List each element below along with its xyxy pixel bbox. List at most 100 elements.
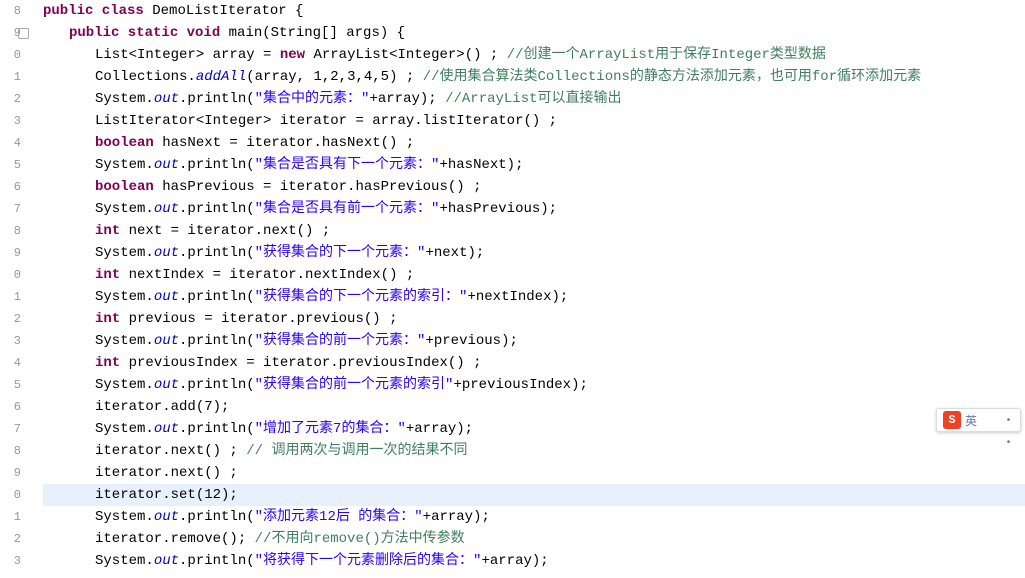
code-text: List<Integer> array = xyxy=(95,47,280,63)
code-text: +nextIndex); xyxy=(467,289,568,305)
line-number: 9 xyxy=(0,242,21,264)
code-line[interactable]: System.out.println("获得集合的前一个元素："+previou… xyxy=(43,330,1025,352)
code-line[interactable]: public static void main(String[] args) { xyxy=(43,22,1025,44)
sogou-logo-icon[interactable]: S xyxy=(943,411,961,429)
field: out xyxy=(154,289,179,305)
line-number: 4 xyxy=(0,132,21,154)
code-text: Collections. xyxy=(95,69,196,85)
string: "集合是否具有前一个元素：" xyxy=(255,201,440,217)
code-line[interactable]: System.out.println("增加了元素7的集合："+array); xyxy=(43,418,1025,440)
static-method: addAll xyxy=(196,69,246,85)
line-number: 1 xyxy=(0,286,21,308)
code-text: iterator.next() ; xyxy=(95,443,246,459)
code-text: (array, 1,2,3,4,5) ; xyxy=(246,69,422,85)
code-line[interactable]: int next = iterator.next() ; xyxy=(43,220,1025,242)
code-line[interactable]: boolean hasNext = iterator.hasNext() ; xyxy=(43,132,1025,154)
string: "增加了元素7的集合：" xyxy=(255,421,406,437)
line-number: 3 xyxy=(0,330,21,352)
code-line[interactable]: int nextIndex = iterator.nextIndex() ; xyxy=(43,264,1025,286)
code-line[interactable]: System.out.println("集合中的元素："+array); //A… xyxy=(43,88,1025,110)
line-number: 3 xyxy=(0,550,21,572)
code-line[interactable]: iterator.add(7); xyxy=(43,396,1025,418)
code-text: .println( xyxy=(179,91,255,107)
code-line[interactable]: boolean hasPrevious = iterator.hasPrevio… xyxy=(43,176,1025,198)
code-text: next = iterator.next() ; xyxy=(120,223,330,239)
ime-toolbar[interactable]: S 英 xyxy=(936,408,1021,432)
keyword: public static void xyxy=(69,25,220,41)
line-number: 2 xyxy=(0,308,21,330)
line-number: 6 xyxy=(0,176,21,198)
code-text: ArrayList<Integer>() ; xyxy=(305,47,507,63)
code-text: +previous); xyxy=(425,333,517,349)
field: out xyxy=(154,201,179,217)
ime-language-label[interactable]: 英 xyxy=(965,412,977,429)
code-line[interactable]: iterator.remove(); //不用向remove()方法中传参数 xyxy=(43,528,1025,550)
string: "将获得下一个元素删除后的集合：" xyxy=(255,553,482,569)
field: out xyxy=(154,553,179,569)
code-line[interactable]: System.out.println("获得集合的下一个元素的索引："+next… xyxy=(43,286,1025,308)
code-line[interactable]: System.out.println("获得集合的下一个元素："+next); xyxy=(43,242,1025,264)
string: "添加元素12后 的集合：" xyxy=(255,509,423,525)
code-editor[interactable]: 8 9 0 1 2 3 4 5 6 7 8 9 0 1 2 3 4 5 6 7 … xyxy=(0,0,1025,578)
code-text: +hasNext); xyxy=(439,157,523,173)
keyword: public class xyxy=(43,3,144,19)
code-line[interactable]: System.out.println("添加元素12后 的集合："+array)… xyxy=(43,506,1025,528)
code-line[interactable]: System.out.println("将获得下一个元素删除后的集合："+arr… xyxy=(43,550,1025,572)
field: out xyxy=(154,157,179,173)
line-number-gutter: 8 9 0 1 2 3 4 5 6 7 8 9 0 1 2 3 4 5 6 7 … xyxy=(0,0,25,578)
code-text: .println( xyxy=(179,289,255,305)
keyword: int xyxy=(95,223,120,239)
line-number: 5 xyxy=(0,154,21,176)
comment: //ArrayList可以直接输出 xyxy=(445,91,621,107)
code-text: System. xyxy=(95,553,154,569)
code-text: iterator.set(12); xyxy=(95,487,238,503)
comment: // 调用两次与调用一次的结果不同 xyxy=(246,443,467,459)
code-text: .println( xyxy=(179,553,255,569)
comment: //不用向remove()方法中传参数 xyxy=(255,531,465,547)
comment: //使用集合算法类Collections的静态方法添加元素，也可用for循环添加… xyxy=(423,69,921,85)
line-number: 3 xyxy=(0,110,21,132)
code-text: +next); xyxy=(425,245,484,261)
code-line[interactable]: System.out.println("集合是否具有前一个元素："+hasPre… xyxy=(43,198,1025,220)
code-text: iterator.next() ; xyxy=(95,465,238,481)
string: "获得集合的前一个元素：" xyxy=(255,333,426,349)
line-number: 0 xyxy=(0,484,21,506)
code-line[interactable]: ListIterator<Integer> iterator = array.l… xyxy=(43,110,1025,132)
code-text: .println( xyxy=(179,377,255,393)
keyword: boolean xyxy=(95,135,154,151)
code-line[interactable]: System.out.println("集合是否具有下一个元素："+hasNex… xyxy=(43,154,1025,176)
code-text: System. xyxy=(95,201,154,217)
line-number: 4 xyxy=(0,352,21,374)
code-text: System. xyxy=(95,289,154,305)
line-number: 0 xyxy=(0,264,21,286)
code-line[interactable]: iterator.next() ; // 调用两次与调用一次的结果不同 xyxy=(43,440,1025,462)
code-text: System. xyxy=(95,509,154,525)
code-text: hasPrevious = iterator.hasPrevious() ; xyxy=(154,179,482,195)
line-number: 1 xyxy=(0,66,21,88)
code-text: .println( xyxy=(179,333,255,349)
code-line[interactable]: List<Integer> array = new ArrayList<Inte… xyxy=(43,44,1025,66)
method-sig: main(String[] args) { xyxy=(220,25,405,41)
line-number: 8 xyxy=(0,440,21,462)
line-number: 8 xyxy=(0,220,21,242)
code-area[interactable]: public class DemoListIterator { public s… xyxy=(25,0,1025,578)
code-line[interactable]: Collections.addAll(array, 1,2,3,4,5) ; /… xyxy=(43,66,1025,88)
code-line[interactable]: iterator.next() ; xyxy=(43,462,1025,484)
string: "集合是否具有下一个元素：" xyxy=(255,157,440,173)
brace: { xyxy=(287,3,304,19)
code-text: +array); xyxy=(406,421,473,437)
code-line[interactable]: int previousIndex = iterator.previousInd… xyxy=(43,352,1025,374)
code-text: .println( xyxy=(179,421,255,437)
line-number: 6 xyxy=(0,396,21,418)
line-number: 9 xyxy=(0,462,21,484)
field: out xyxy=(154,91,179,107)
code-text: System. xyxy=(95,377,154,393)
code-text: System. xyxy=(95,91,154,107)
code-text: +array); xyxy=(369,91,445,107)
code-line[interactable]: int previous = iterator.previous() ; xyxy=(43,308,1025,330)
ime-drag-handle-icon[interactable] xyxy=(981,412,1014,428)
code-line[interactable]: public class DemoListIterator { xyxy=(43,0,1025,22)
code-line[interactable]: System.out.println("获得集合的前一个元素的索引"+previ… xyxy=(43,374,1025,396)
code-line-highlighted[interactable]: iterator.set(12); xyxy=(43,484,1025,506)
field: out xyxy=(154,509,179,525)
